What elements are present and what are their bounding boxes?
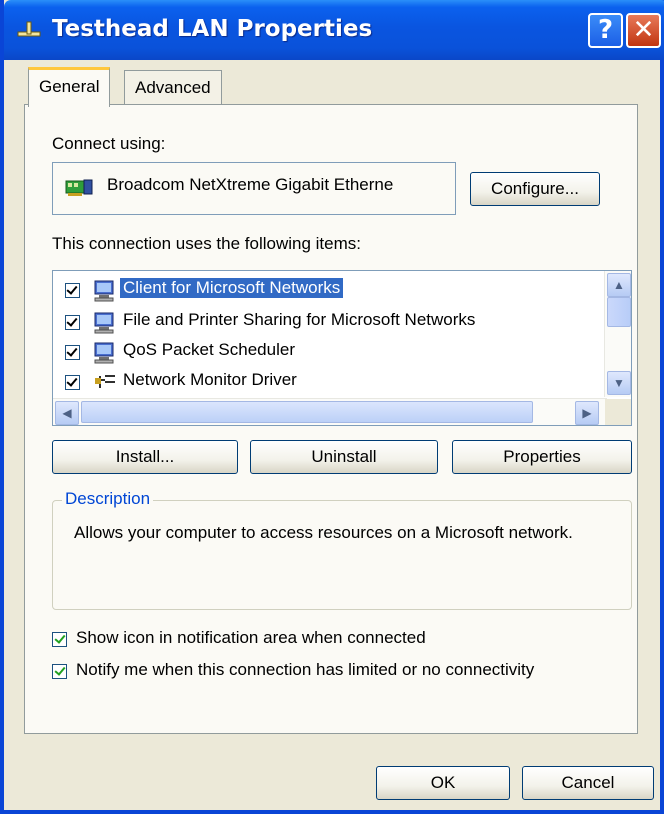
list-item-label: File and Printer Sharing for Microsoft N…: [123, 310, 476, 329]
install-button[interactable]: Install...: [52, 440, 238, 474]
network-client-icon: [94, 280, 114, 302]
scroll-corner: [605, 399, 631, 425]
scroll-up-icon[interactable]: ▲: [607, 273, 631, 297]
list-item-file-sharing[interactable]: File and Printer Sharing for Microsoft N…: [53, 307, 601, 337]
scroll-right-icon[interactable]: ▶: [575, 401, 599, 425]
list-item-label: Network Monitor Driver: [123, 370, 297, 389]
notify-checkbox[interactable]: [52, 664, 67, 679]
window-title: Testhead LAN Properties: [52, 16, 373, 42]
install-button-label: Install...: [115, 447, 175, 466]
uninstall-button[interactable]: Uninstall: [250, 440, 438, 474]
items-label: This connection uses the following items…: [52, 234, 361, 253]
network-adapter-icon: [65, 179, 93, 196]
vertical-scroll-thumb[interactable]: [607, 297, 631, 327]
show-icon-label[interactable]: Show icon in notification area when conn…: [76, 628, 426, 648]
components-list[interactable]: Client for Microsoft Networks File and P…: [52, 270, 632, 426]
cancel-button-label: Cancel: [561, 773, 615, 792]
list-item-label: QoS Packet Scheduler: [123, 340, 295, 359]
adapter-field: Broadcom NetXtreme Gigabit Etherne: [52, 162, 456, 215]
horizontal-scrollbar[interactable]: ◀ ▶: [53, 398, 607, 425]
configure-button[interactable]: Configure...: [470, 172, 600, 206]
description-legend: Description: [62, 489, 154, 509]
tab-advanced[interactable]: Advanced: [124, 70, 222, 105]
properties-button[interactable]: Properties: [452, 440, 632, 474]
connect-using-label: Connect using:: [52, 134, 166, 153]
item-checkbox[interactable]: [65, 315, 80, 330]
scroll-down-icon[interactable]: ▼: [607, 371, 631, 395]
cancel-button[interactable]: Cancel: [522, 766, 654, 800]
configure-button-label: Configure...: [491, 179, 579, 198]
network-service-icon: [94, 342, 114, 364]
ok-button-label: OK: [430, 773, 456, 792]
item-checkbox[interactable]: [65, 345, 80, 360]
network-connection-icon: [17, 21, 41, 37]
network-service-icon: [94, 312, 114, 334]
description-text: Allows your computer to access resources…: [74, 523, 573, 542]
list-item-qos[interactable]: QoS Packet Scheduler: [53, 337, 601, 367]
list-item-label: Client for Microsoft Networks: [120, 278, 344, 298]
description-group: [52, 500, 632, 610]
scroll-left-icon[interactable]: ◀: [55, 401, 79, 425]
tab-general[interactable]: General: [28, 67, 111, 107]
item-checkbox[interactable]: [65, 375, 80, 390]
ok-button[interactable]: OK: [376, 766, 510, 800]
horizontal-scroll-thumb[interactable]: [81, 401, 533, 423]
adapter-name: Broadcom NetXtreme Gigabit Etherne: [107, 175, 394, 194]
item-checkbox[interactable]: [65, 283, 80, 298]
uninstall-button-label: Uninstall: [311, 447, 377, 466]
help-button[interactable]: ?: [588, 13, 623, 48]
show-icon-checkbox[interactable]: [52, 632, 67, 647]
title-bar[interactable]: Testhead LAN Properties ? ✕: [4, 0, 664, 60]
vertical-scrollbar[interactable]: ▲ ▼: [604, 271, 631, 397]
properties-button-label: Properties: [503, 447, 581, 466]
notify-label[interactable]: Notify me when this connection has limit…: [76, 660, 534, 680]
network-protocol-icon: [95, 375, 115, 388]
close-button[interactable]: ✕: [626, 13, 661, 48]
list-item-client[interactable]: Client for Microsoft Networks: [53, 275, 601, 305]
list-item-netmon[interactable]: Network Monitor Driver: [53, 367, 601, 397]
